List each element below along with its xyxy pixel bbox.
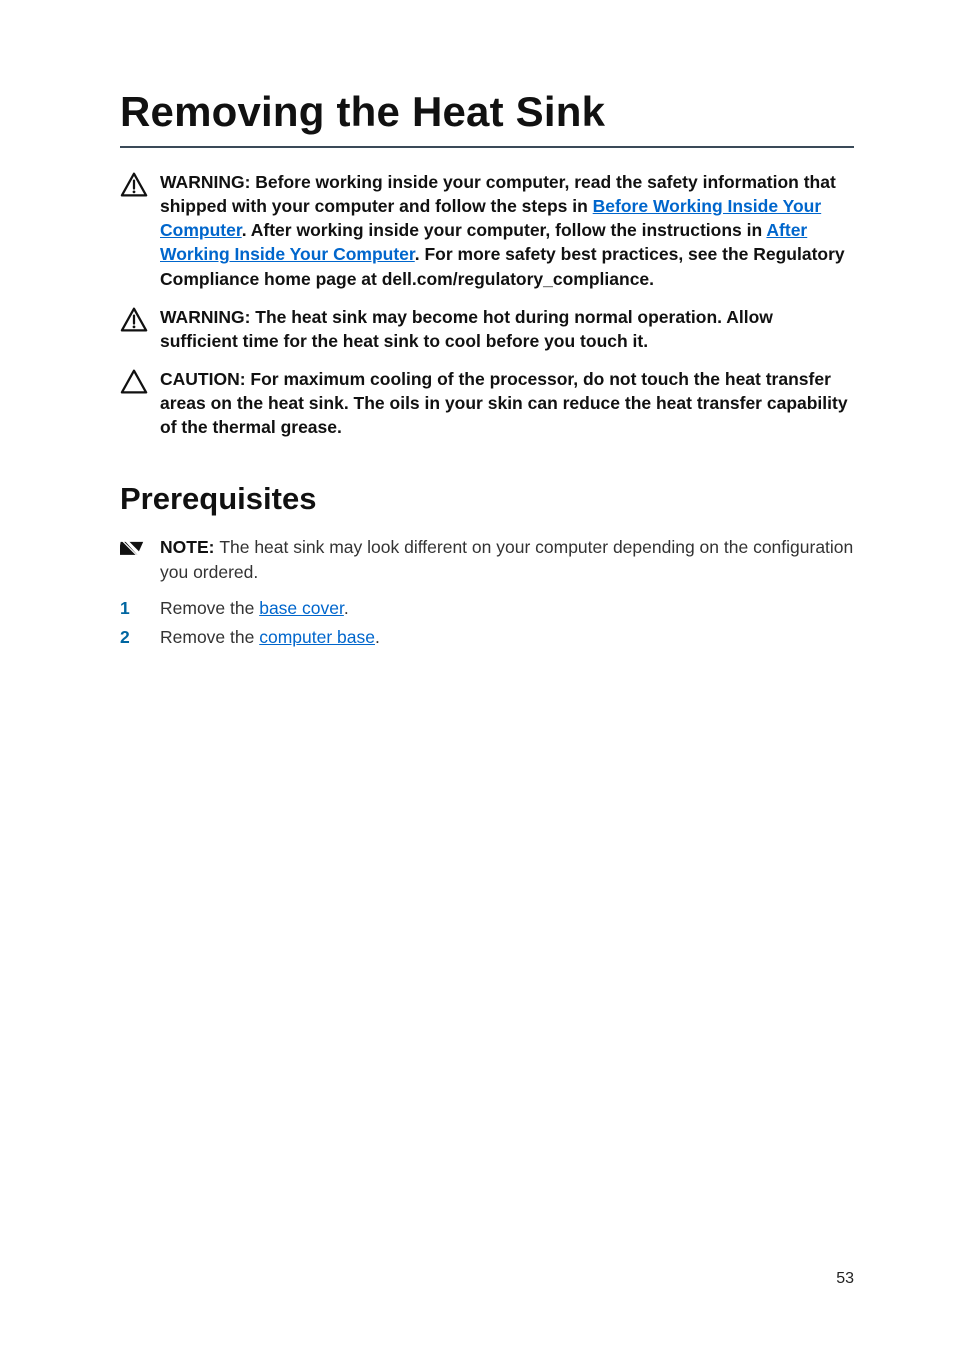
note-lead: NOTE:: [160, 537, 219, 557]
caution-text: CAUTION: For maximum cooling of the proc…: [160, 367, 854, 439]
link-computer-base[interactable]: computer base: [259, 627, 375, 647]
warn1-t2: . After working inside your computer, fo…: [242, 220, 767, 240]
warning-icon: [120, 307, 148, 333]
step-text: Remove the base cover.: [160, 598, 854, 619]
steps-list: 1 Remove the base cover. 2 Remove the co…: [120, 598, 854, 648]
section-prerequisites: Prerequisites: [120, 481, 854, 517]
step-pre: Remove the: [160, 598, 259, 618]
note-body: The heat sink may look different on your…: [160, 537, 853, 581]
link-base-cover[interactable]: base cover: [259, 598, 344, 618]
step-number: 2: [120, 627, 160, 648]
page-title: Removing the Heat Sink: [120, 88, 854, 136]
step-number: 1: [120, 598, 160, 619]
warning-block-1: WARNING: Before working inside your comp…: [120, 170, 854, 291]
caution-block: CAUTION: For maximum cooling of the proc…: [120, 367, 854, 439]
page-number: 53: [836, 1270, 854, 1288]
title-divider: [120, 146, 854, 148]
warning-icon: [120, 172, 148, 198]
list-item: 2 Remove the computer base.: [120, 627, 854, 648]
warning-text-1: WARNING: Before working inside your comp…: [160, 170, 854, 291]
caution-icon: [120, 369, 148, 395]
warning-block-2: WARNING: The heat sink may become hot du…: [120, 305, 854, 353]
note-text: NOTE: The heat sink may look different o…: [160, 535, 854, 583]
step-pre: Remove the: [160, 627, 259, 647]
note-block: NOTE: The heat sink may look different o…: [120, 535, 854, 583]
warning-text-2: WARNING: The heat sink may become hot du…: [160, 305, 854, 353]
note-icon: [120, 537, 146, 559]
step-post: .: [344, 598, 349, 618]
step-text: Remove the computer base.: [160, 627, 854, 648]
step-post: .: [375, 627, 380, 647]
list-item: 1 Remove the base cover.: [120, 598, 854, 619]
